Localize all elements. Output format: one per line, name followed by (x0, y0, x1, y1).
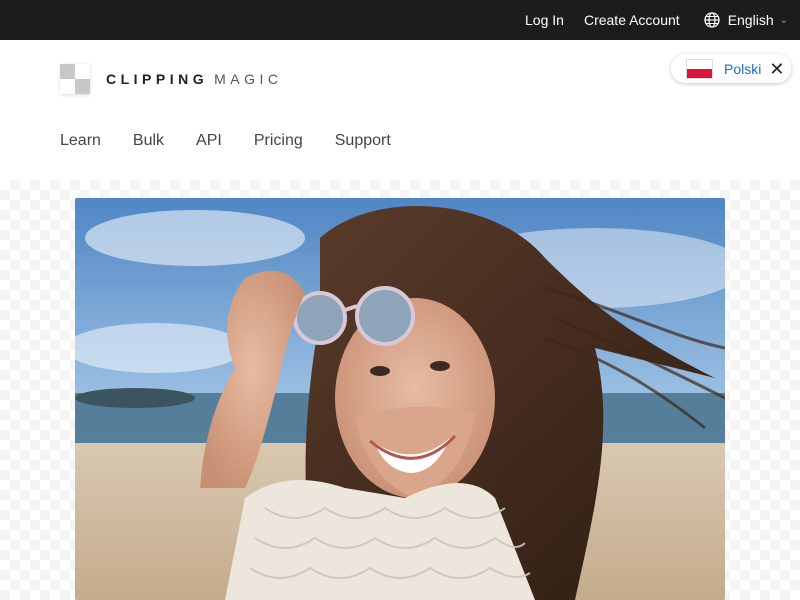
top-bar: Log In Create Account English ⌄ (0, 0, 800, 40)
language-suggestion: Polski ✕ (671, 54, 791, 83)
close-icon[interactable]: ✕ (769, 60, 784, 78)
logo-text-light: MAGIC (214, 71, 283, 87)
nav-learn[interactable]: Learn (60, 132, 101, 150)
globe-icon (704, 12, 720, 28)
poland-flag-icon (686, 58, 713, 79)
chevron-down-icon: ⌄ (779, 14, 788, 26)
language-selector[interactable]: English ⌄ (704, 12, 788, 28)
create-account-link[interactable]: Create Account (584, 12, 680, 28)
nav-api[interactable]: API (196, 132, 222, 150)
hero-image (75, 198, 725, 600)
logo-mark-icon (60, 64, 90, 94)
main-nav: Learn Bulk API Pricing Support (60, 132, 423, 150)
language-label: English (727, 12, 774, 28)
logo-text: CLIPPING MAGIC (106, 71, 283, 87)
hero-photo (75, 198, 725, 600)
polski-link[interactable]: Polski (724, 61, 761, 77)
login-link[interactable]: Log In (525, 12, 564, 28)
nav-pricing[interactable]: Pricing (254, 132, 303, 150)
logo-text-bold: CLIPPING (106, 71, 209, 87)
clipping-magic-logo[interactable]: CLIPPING MAGIC (60, 64, 283, 94)
nav-bulk[interactable]: Bulk (133, 132, 164, 150)
nav-support[interactable]: Support (335, 132, 391, 150)
